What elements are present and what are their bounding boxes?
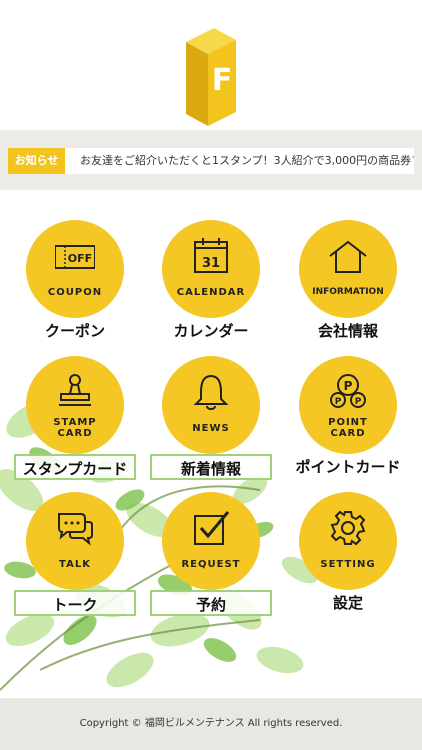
stamp-card-circle: STAMP CARD bbox=[26, 356, 124, 454]
chat-bubbles-icon bbox=[58, 513, 93, 546]
menu-news[interactable]: NEWS 新着情報 bbox=[146, 356, 276, 486]
calendar-label-en: CALENDAR bbox=[176, 287, 246, 298]
calendar-icon-text: 31 bbox=[202, 256, 220, 271]
information-label-jp: 会社情報 bbox=[317, 322, 378, 340]
news-label-en: NEWS bbox=[192, 423, 230, 434]
gear-icon bbox=[330, 510, 366, 546]
notice-band: お知らせ お友達をご紹介いただくと1スタンプ！3人紹介で3,000円の商品券プレ… bbox=[0, 130, 422, 190]
main-menu-area: OFF COUPON クーポン 31 CALENDAR カレンダー INFORM… bbox=[0, 190, 422, 698]
point-card-circle: P P P POINT CARD bbox=[299, 356, 397, 454]
stamp-card-label-en: STAMP bbox=[53, 417, 97, 428]
menu-calendar[interactable]: 31 CALENDAR カレンダー bbox=[146, 220, 276, 350]
menu-information[interactable]: INFORMATION 会社情報 bbox=[283, 220, 413, 350]
checkbox-icon bbox=[194, 511, 230, 545]
point-card-label-en2: CARD bbox=[330, 428, 366, 439]
notice-ticker[interactable]: お知らせ お友達をご紹介いただくと1スタンプ！3人紹介で3,000円の商品券プレ… bbox=[8, 148, 414, 174]
menu-coupon[interactable]: OFF COUPON クーポン bbox=[10, 220, 140, 350]
information-circle: INFORMATION bbox=[299, 220, 397, 318]
point-coins-icon: P P P bbox=[330, 374, 366, 408]
stamp-icon bbox=[59, 374, 91, 406]
menu-stamp-card[interactable]: STAMP CARD スタンプカード bbox=[10, 356, 140, 486]
request-label-en: REQUEST bbox=[181, 559, 241, 570]
menu-talk[interactable]: TALK トーク bbox=[10, 492, 140, 622]
calendar-label-jp: カレンダー bbox=[173, 322, 249, 340]
point-card-label-jp: ポイントカード bbox=[295, 458, 401, 476]
notice-tag: お知らせ bbox=[8, 148, 65, 174]
request-circle: REQUEST bbox=[162, 492, 260, 590]
stamp-card-label-jp: スタンプカード bbox=[14, 454, 136, 480]
menu-point-card[interactable]: P P P POINT CARD ポイントカード bbox=[283, 356, 413, 486]
setting-label-jp: 設定 bbox=[332, 594, 363, 612]
coupon-icon-text: OFF bbox=[68, 252, 92, 265]
information-label-en: INFORMATION bbox=[312, 287, 384, 297]
house-icon bbox=[329, 240, 367, 273]
stamp-card-label-en2: CARD bbox=[57, 428, 93, 439]
app-header: F bbox=[0, 0, 422, 130]
news-circle: NEWS bbox=[162, 356, 260, 454]
news-label-jp: 新着情報 bbox=[150, 454, 272, 480]
calendar-circle: 31 CALENDAR bbox=[162, 220, 260, 318]
notice-text[interactable]: お友達をご紹介いただくと1スタンプ！3人紹介で3,000円の商品券プレゼ bbox=[80, 148, 414, 174]
point-icon-text-2: P bbox=[335, 397, 342, 407]
talk-label-jp: トーク bbox=[14, 590, 136, 616]
menu-setting[interactable]: SETTING 設定 bbox=[283, 492, 413, 622]
point-card-label-en: POINT bbox=[328, 417, 368, 428]
talk-label-en: TALK bbox=[59, 559, 91, 570]
svg-text:F: F bbox=[212, 63, 233, 98]
menu-request[interactable]: REQUEST 予約 bbox=[146, 492, 276, 622]
calendar-icon: 31 bbox=[194, 238, 228, 273]
setting-circle: SETTING bbox=[299, 492, 397, 590]
coupon-circle: OFF COUPON bbox=[26, 220, 124, 318]
request-label-jp: 予約 bbox=[150, 590, 272, 616]
setting-label-en: SETTING bbox=[320, 559, 376, 570]
copyright-text: Copyright © 福岡ビルメンテナンス All rights reserv… bbox=[79, 718, 343, 729]
app-logo: F bbox=[186, 28, 236, 126]
point-icon-text-3: P bbox=[355, 397, 362, 407]
coupon-label-en: COUPON bbox=[47, 287, 103, 298]
coupon-label-jp: クーポン bbox=[44, 322, 105, 340]
bell-icon bbox=[193, 374, 229, 410]
footer: Copyright © 福岡ビルメンテナンス All rights reserv… bbox=[0, 698, 422, 750]
ticket-icon: OFF bbox=[55, 245, 95, 269]
point-icon-text: P bbox=[344, 379, 353, 393]
talk-circle: TALK bbox=[26, 492, 124, 590]
